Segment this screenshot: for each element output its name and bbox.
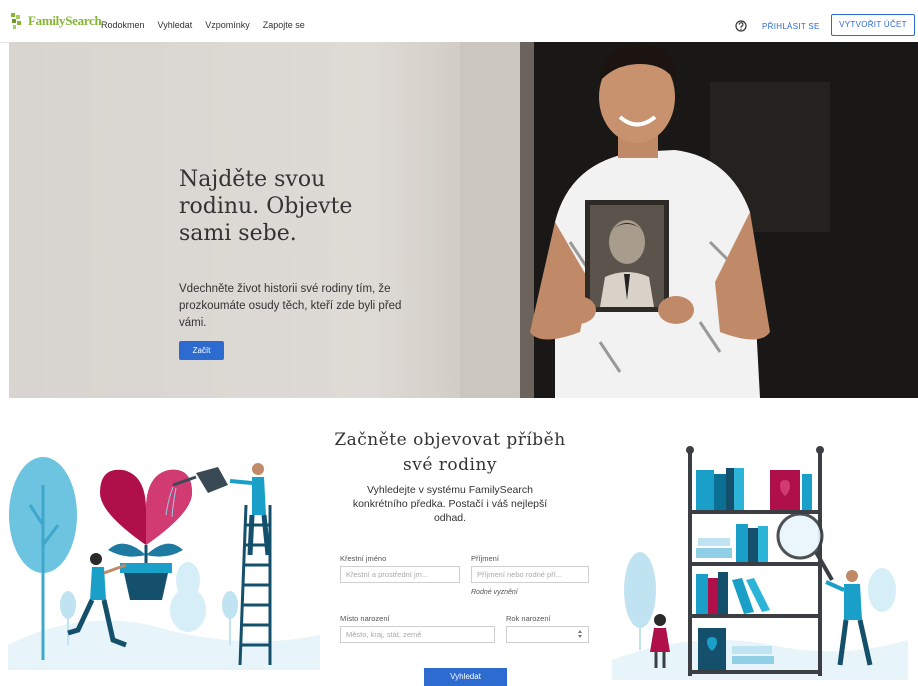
last-name-input[interactable]: Příjmení nebo rodné pří... <box>471 566 589 583</box>
first-name-label: Křestní jméno <box>340 554 387 563</box>
nav-zapojte-se[interactable]: Zapojte se <box>263 20 305 30</box>
familysearch-logo[interactable]: FamilySearch <box>10 11 102 31</box>
family-tree-icon <box>11 13 21 29</box>
birthplace-input[interactable]: Město, kraj, stát, země <box>340 626 495 643</box>
hero-title: Najděte svou rodinu. Objevte sami sebe. <box>179 167 353 246</box>
logo-text: FamilySearch <box>28 13 102 28</box>
nav-vzpominky[interactable]: Vzpomínky <box>205 20 250 30</box>
hero-photo <box>460 42 918 398</box>
birthplace-label: Místo narození <box>340 614 390 623</box>
nav-rodokmen[interactable]: Rodokmen <box>101 20 145 30</box>
birthyear-input[interactable] <box>506 626 589 643</box>
search-section-subtitle: Vyhledejte v systému FamilySearch konkré… <box>352 484 548 524</box>
birthyear-label: Rok narození <box>506 614 551 623</box>
question-circle-icon[interactable] <box>735 20 747 32</box>
alt-name-link[interactable]: Rodné vyznění <box>471 589 518 596</box>
search-section-title: Začněte objevovat příběh své rodiny <box>334 430 566 475</box>
search-button[interactable]: Vyhledat <box>424 668 507 686</box>
left-illustration <box>8 457 320 670</box>
first-name-input[interactable]: Křestní a prostřední jm... <box>340 566 460 583</box>
start-button[interactable]: Začít <box>179 341 224 360</box>
main-nav: Rodokmen Vyhledat Vzpomínky Zapojte se <box>101 20 305 30</box>
top-header: FamilySearch Rodokmen Vyhledat Vzpomínky… <box>0 0 918 43</box>
right-illustration <box>612 446 908 680</box>
signin-button[interactable]: PŘIHLÁSIT SE <box>762 22 820 31</box>
hero-subtitle: Vdechněte život historii své rodiny tím,… <box>179 283 402 329</box>
create-account-button[interactable]: VYTVOŘIT ÚČET <box>831 14 915 36</box>
number-stepper-icon[interactable] <box>577 629 583 639</box>
last-name-label: Příjmení <box>471 554 499 563</box>
hero-banner: Najděte svou rodinu. Objevte sami sebe. … <box>9 42 918 398</box>
nav-vyhledat[interactable]: Vyhledat <box>158 20 193 30</box>
